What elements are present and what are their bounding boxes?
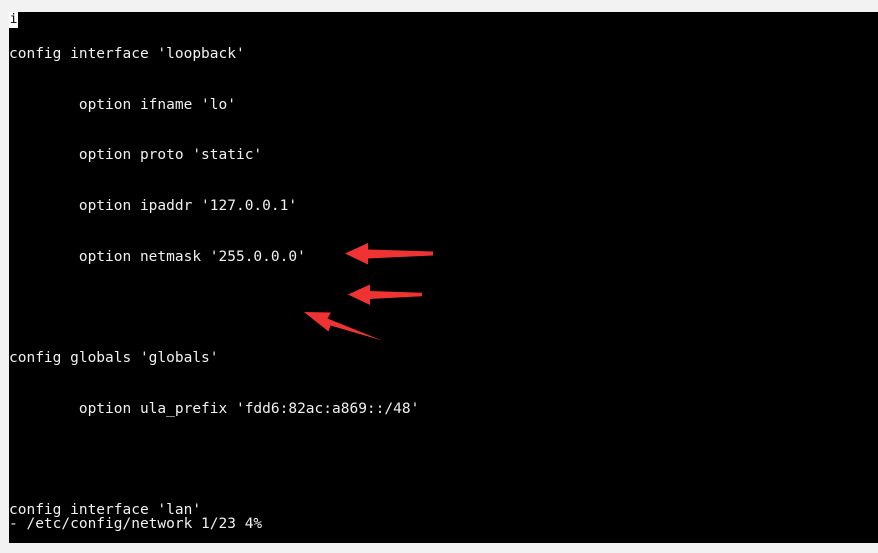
editor-line: option proto 'static' (9, 147, 263, 164)
editor-line: option netmask '255.0.0.0' (9, 248, 306, 265)
text-cursor: i (9, 12, 18, 28)
editor-line: option ipaddr '127.0.0.1' (9, 197, 298, 214)
editor-line-blank (9, 299, 878, 316)
editor-line: config globals 'globals' (9, 350, 219, 367)
editor-line: option ifname 'lo' (9, 96, 236, 113)
editor-line: config interface 'loopback' (9, 45, 245, 62)
screenshot-root: i config interface 'loopback' option ifn… (0, 0, 878, 553)
editor-text-area[interactable]: config interface 'loopback' option ifnam… (9, 12, 878, 543)
editor-line-blank (9, 451, 878, 468)
terminal-window[interactable]: i config interface 'loopback' option ifn… (9, 12, 878, 543)
editor-line: option ula_prefix 'fdd6:82ac:a869::/48' (9, 400, 420, 417)
editor-status-line: - /etc/config/network 1/23 4% (9, 516, 263, 532)
